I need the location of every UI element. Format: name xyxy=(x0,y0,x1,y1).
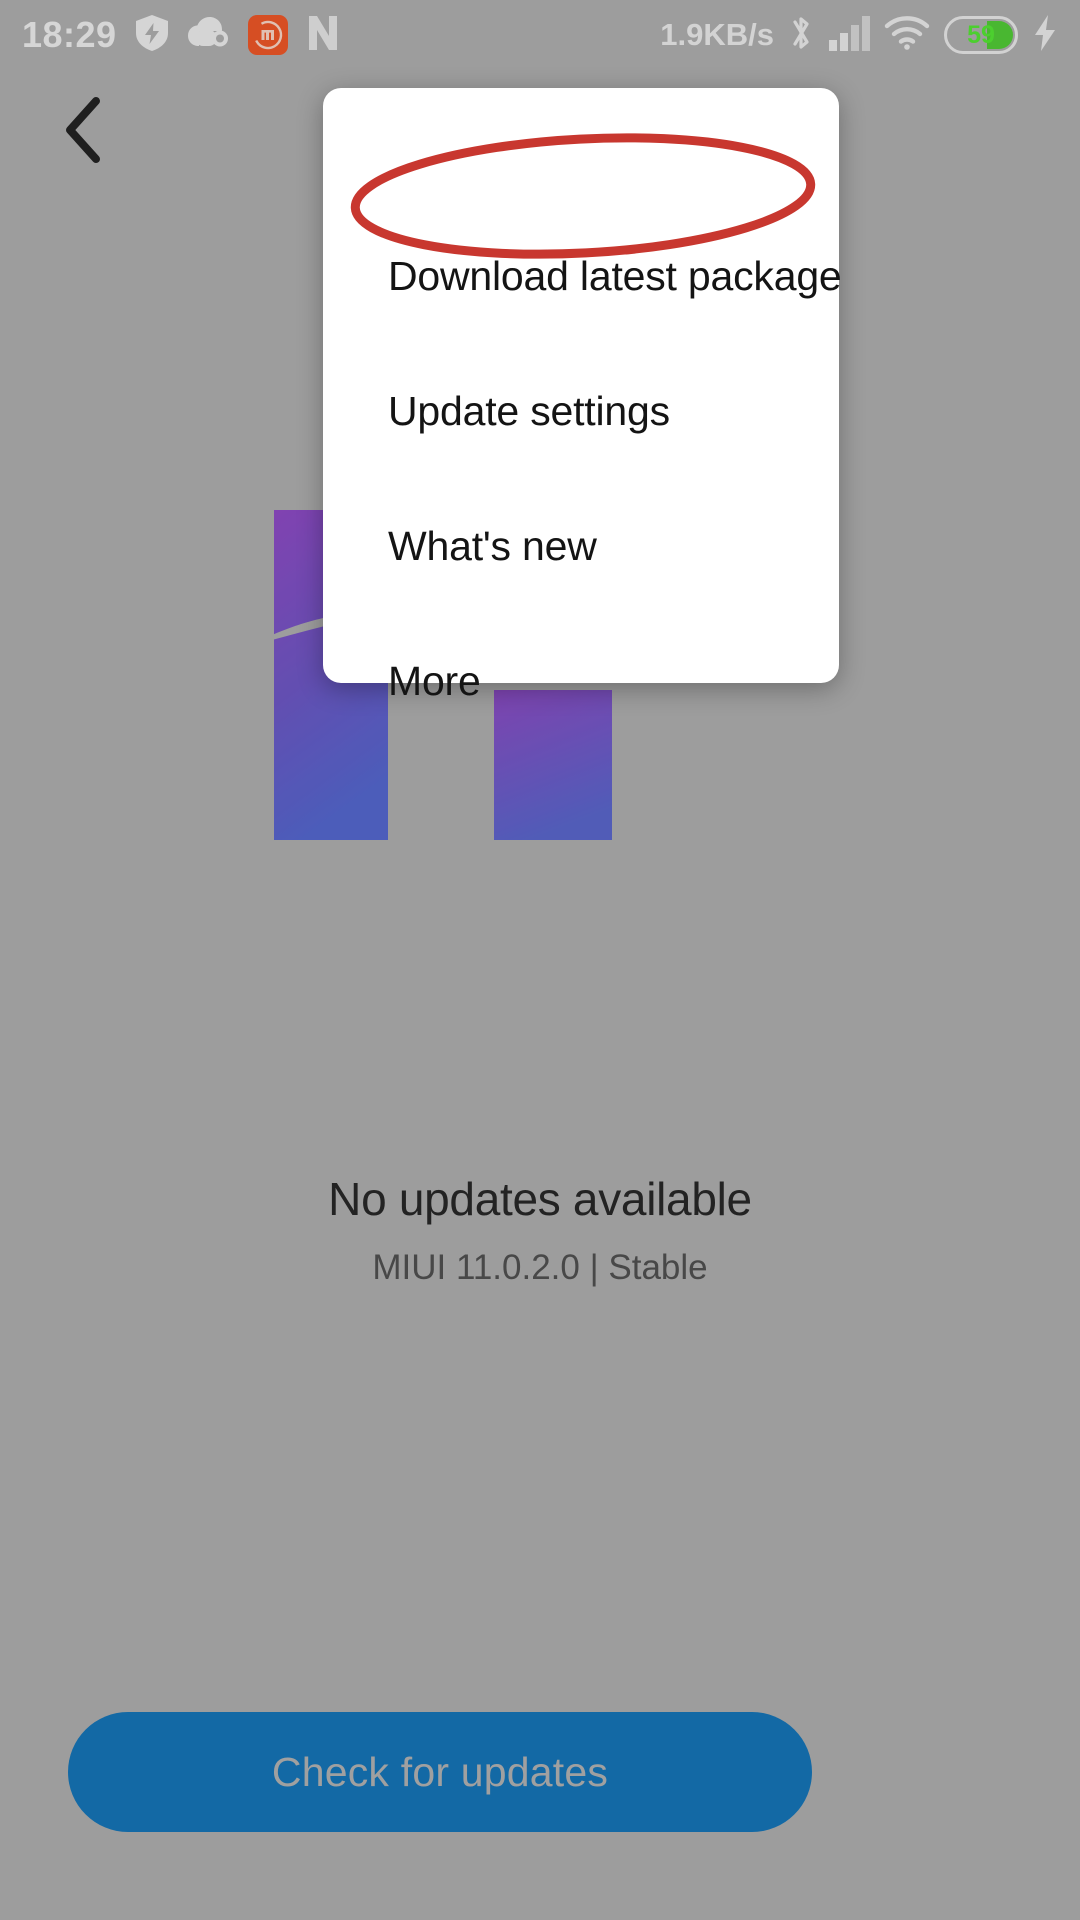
back-button[interactable] xyxy=(42,88,126,172)
update-status-title: No updates available xyxy=(328,1173,752,1225)
security-shield-icon xyxy=(134,14,170,57)
wifi-icon xyxy=(884,15,930,56)
overflow-popup-menu: Download latest package Update settings … xyxy=(323,88,842,704)
menu-item-update-settings[interactable]: Update settings xyxy=(388,388,670,435)
check-for-updates-button[interactable]: Check for updates xyxy=(68,1712,812,1832)
phone-screen: 18:29 1.9KB/s 59 No updates available MI… xyxy=(0,0,1080,1920)
menu-item-download-latest-package[interactable]: Download latest package xyxy=(388,253,842,300)
nfc-icon xyxy=(305,14,341,57)
cloud-sync-icon xyxy=(187,16,231,55)
battery-icon: 59 xyxy=(944,16,1018,54)
status-bar: 18:29 1.9KB/s 59 xyxy=(0,0,1080,70)
menu-item-whats-new[interactable]: What's new xyxy=(388,523,597,570)
menu-item-more[interactable]: More xyxy=(388,658,481,705)
chevron-left-icon xyxy=(66,97,100,163)
bluetooth-icon xyxy=(788,13,814,58)
network-speed-text: 1.9KB/s xyxy=(660,17,774,52)
status-clock: 18:29 xyxy=(22,14,117,55)
status-bar-left-group: 18:29 xyxy=(22,14,341,57)
charging-bolt-icon xyxy=(1032,14,1058,57)
miui-version-text: MIUI 11.0.2.0 | Stable xyxy=(372,1248,708,1287)
cellular-signal-icon xyxy=(828,15,870,56)
mi-app-icon xyxy=(247,15,288,55)
battery-percent-text: 59 xyxy=(967,20,995,49)
status-bar-right-group: 1.9KB/s 59 xyxy=(660,13,1058,58)
